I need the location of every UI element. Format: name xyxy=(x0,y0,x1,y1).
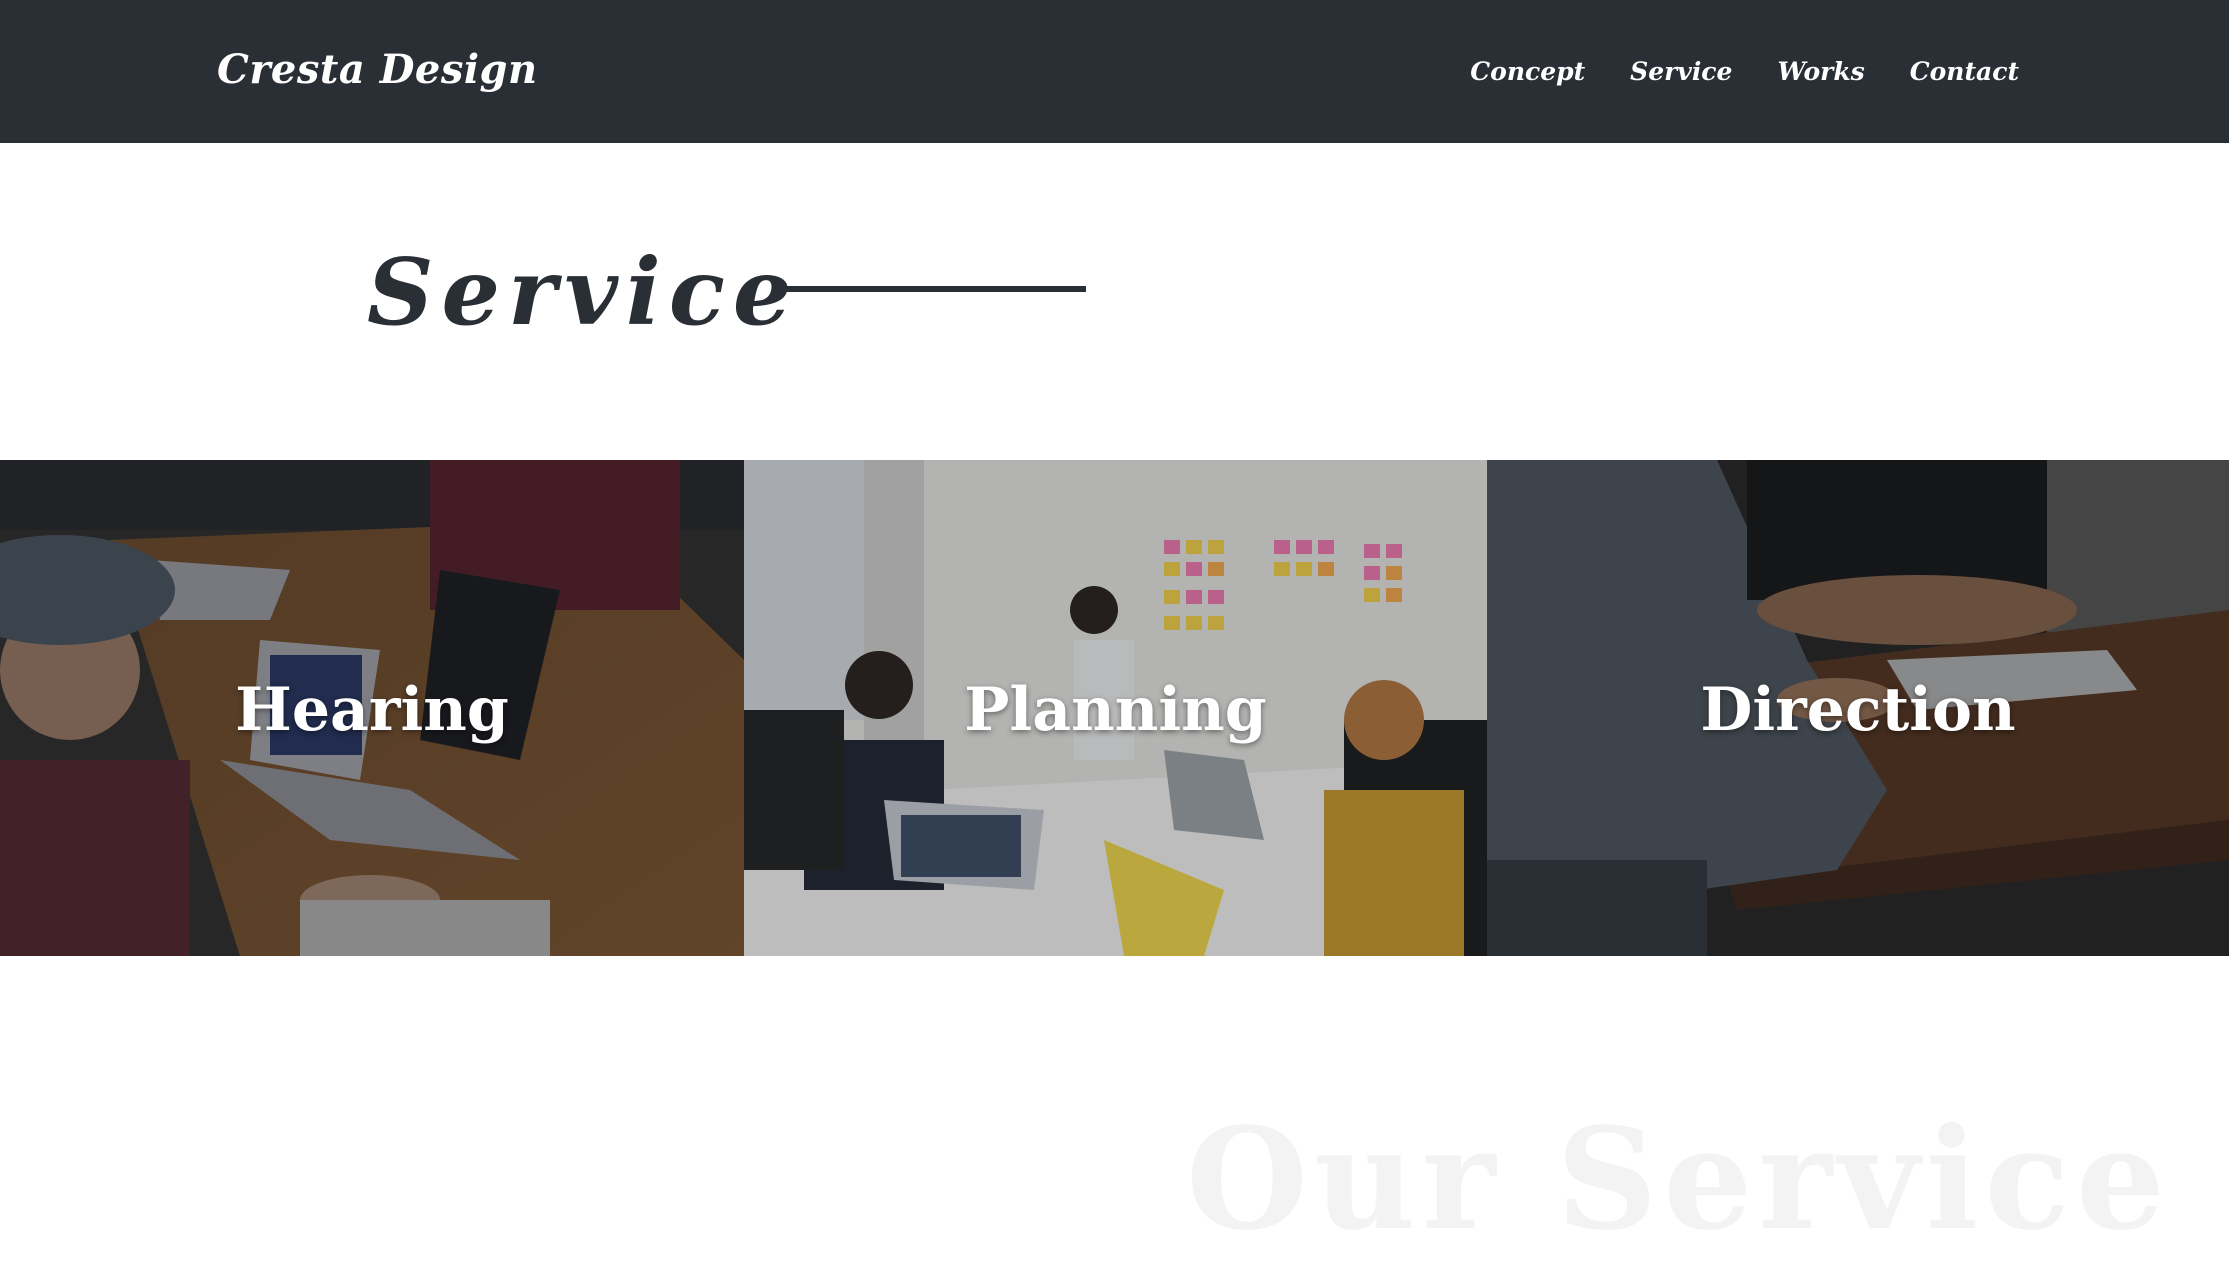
service-card-planning[interactable]: Planning xyxy=(744,460,1487,956)
nav-link-service[interactable]: Service xyxy=(1630,50,1732,94)
services-grid: Hearing Planning Direction xyxy=(0,460,2229,956)
section-title: Service xyxy=(367,238,800,346)
site-header: Cresta Design Concept Service Works Cont… xyxy=(0,0,2229,143)
service-card-direction[interactable]: Direction xyxy=(1487,460,2229,956)
service-label-planning: Planning xyxy=(964,675,1267,745)
service-label-direction: Direction xyxy=(1700,675,2016,745)
brand-logo[interactable]: Cresta Design xyxy=(217,40,538,100)
service-card-hearing[interactable]: Hearing xyxy=(0,460,744,956)
service-label-hearing: Hearing xyxy=(235,675,509,745)
main-nav: Concept Service Works Contact xyxy=(1470,50,2019,94)
watermark-heading: Our Service xyxy=(1186,1098,2172,1262)
title-divider xyxy=(786,286,1086,292)
nav-link-contact[interactable]: Contact xyxy=(1910,50,2019,94)
nav-link-concept[interactable]: Concept xyxy=(1470,50,1585,94)
nav-link-works[interactable]: Works xyxy=(1777,50,1864,94)
